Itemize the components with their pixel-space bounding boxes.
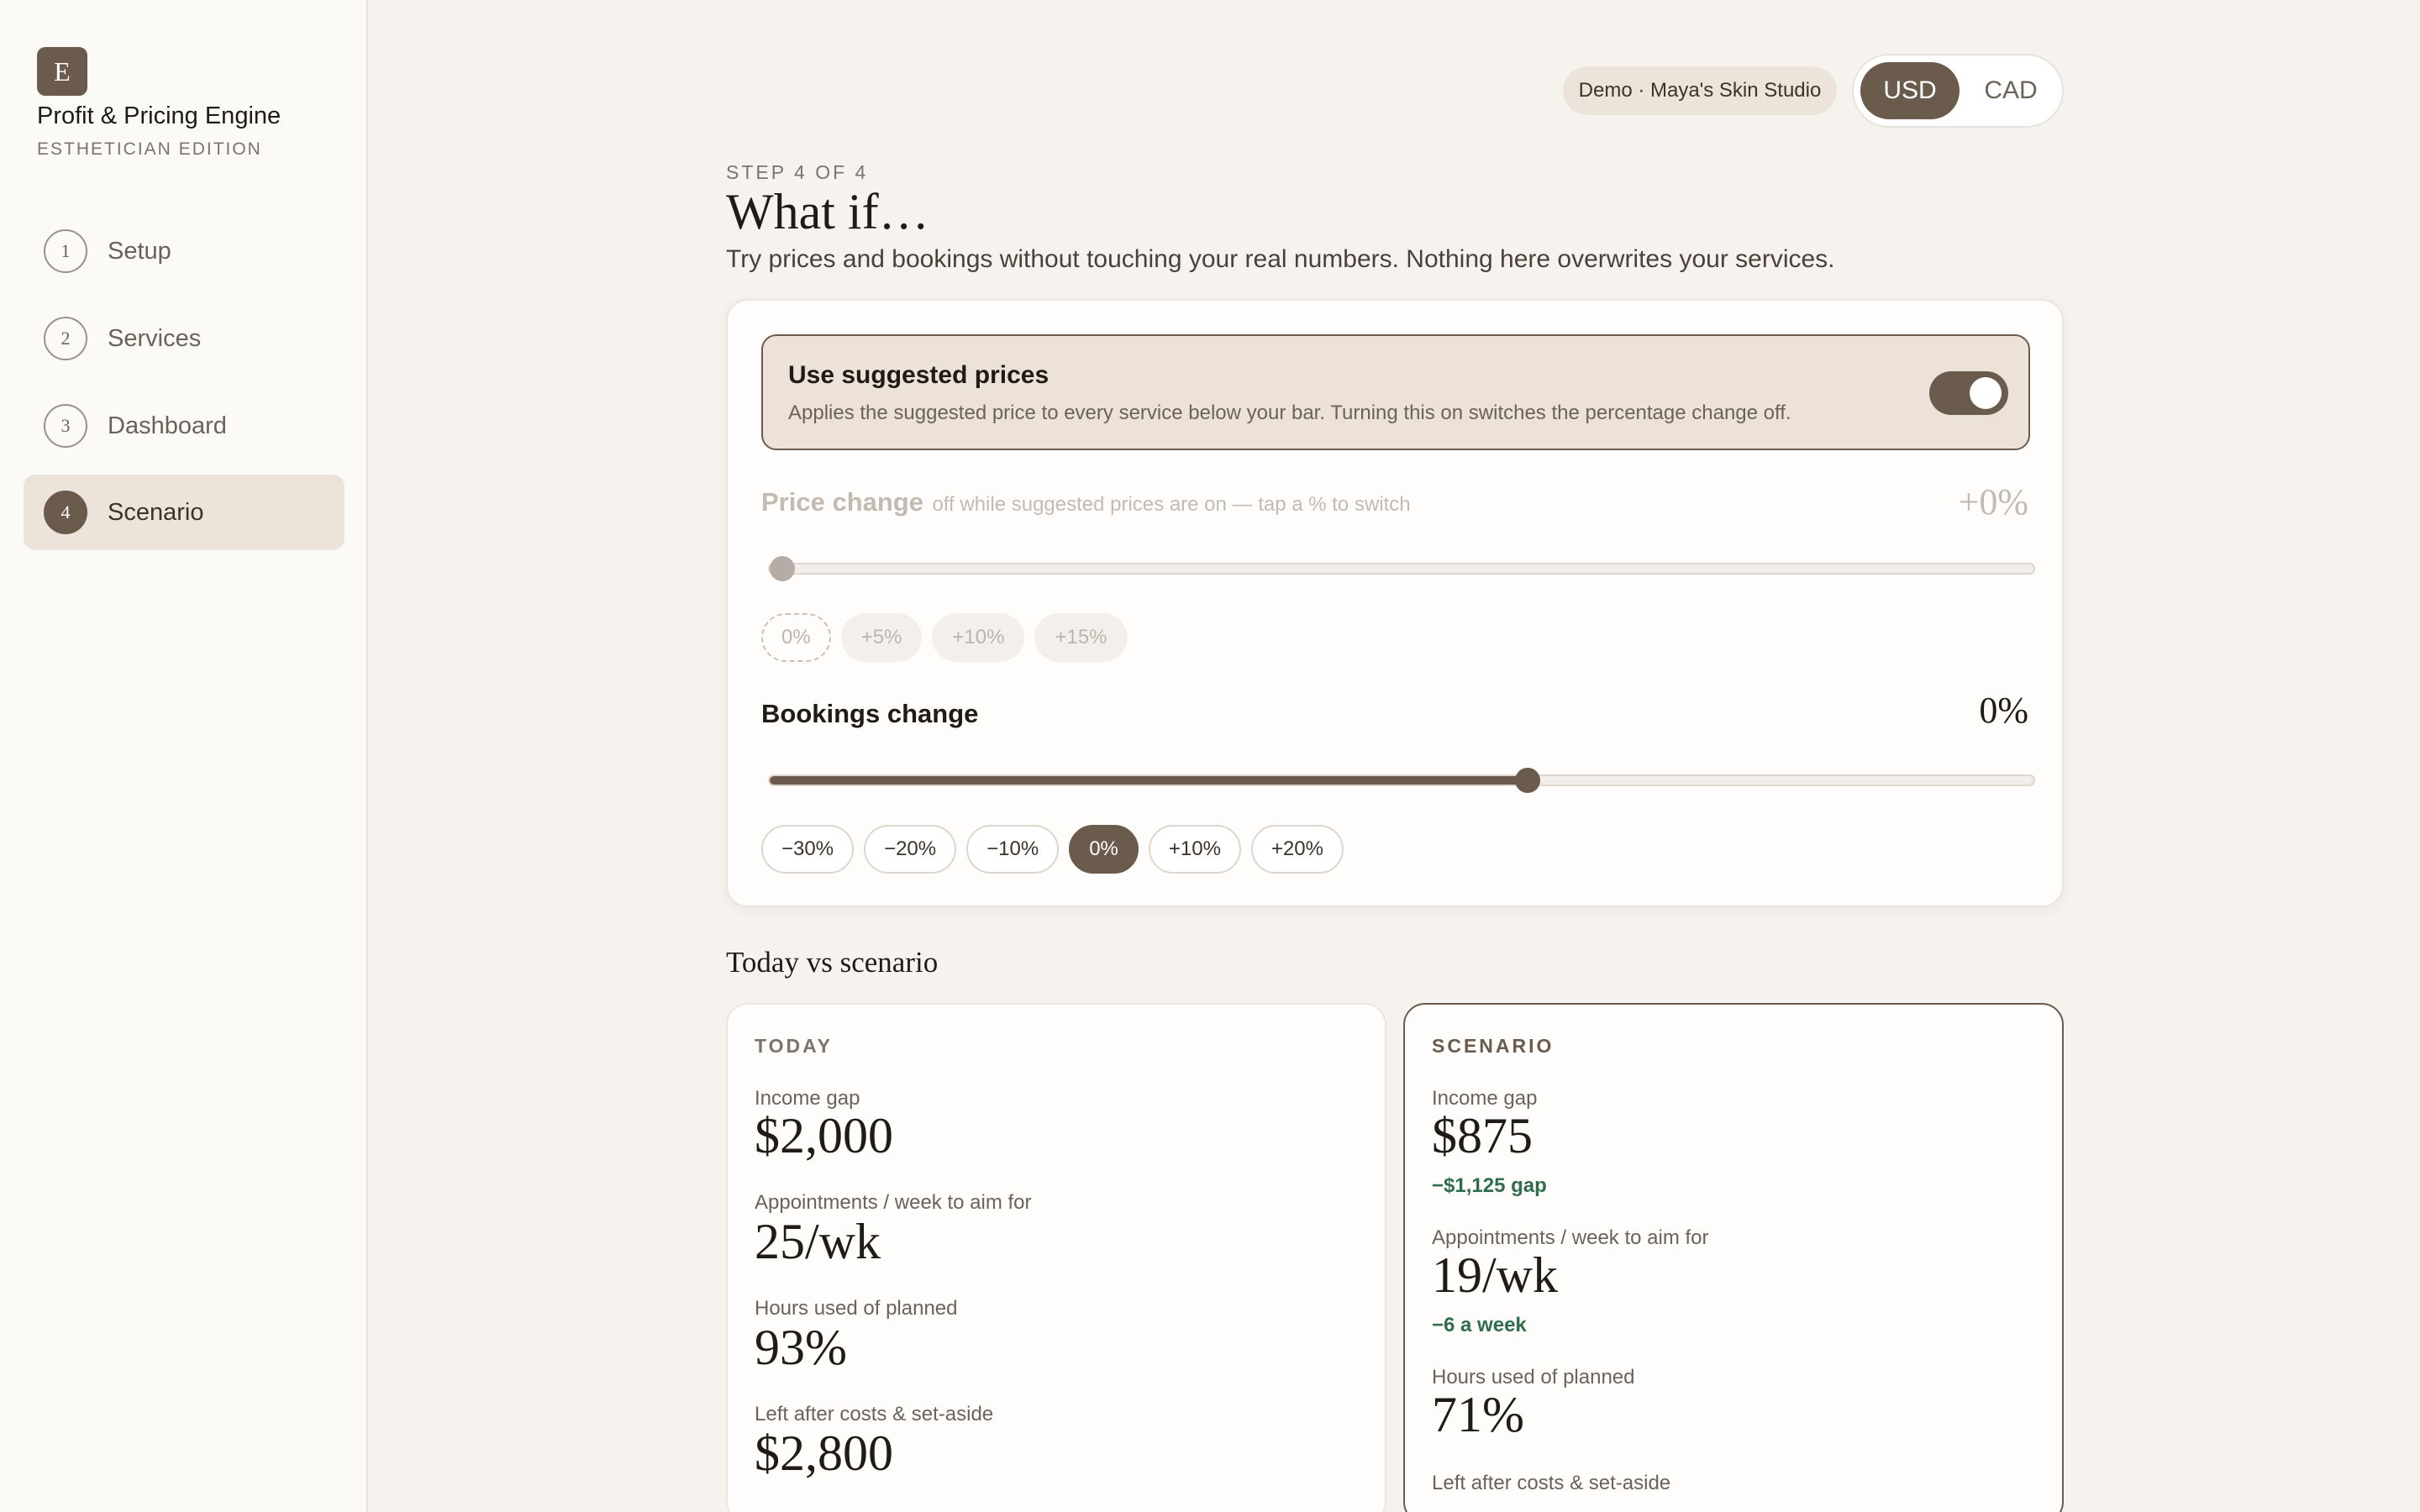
app-subtitle: ESTHETICIAN EDITION — [37, 139, 262, 159]
price-chip[interactable]: +10% — [932, 613, 1025, 662]
bookings-chip[interactable]: 0% — [1069, 825, 1139, 874]
step-indicator: STEP 4 OF 4 — [726, 161, 869, 183]
left-after-costs-label: Left after costs & set-aside — [755, 1403, 994, 1425]
left-after-costs-label: Left after costs & set-aside — [1432, 1472, 1671, 1494]
bookings-chip[interactable]: −20% — [864, 825, 957, 874]
price-chip[interactable]: 0% — [761, 613, 831, 662]
income-gap-value: $875 — [1432, 1108, 1533, 1163]
nav-label: Setup — [108, 237, 171, 265]
suggested-prices-description: Applies the suggested price to every ser… — [788, 402, 1791, 424]
nav-label: Services — [108, 324, 202, 352]
step-number-icon: 4 — [44, 491, 87, 534]
today-card: TODAY Income gap $2,000 Appointments / w… — [726, 1003, 1386, 1512]
bookings-chip[interactable]: −30% — [761, 825, 855, 874]
bookings-chip[interactable]: −10% — [966, 825, 1060, 874]
suggested-prices-title: Use suggested prices — [788, 361, 1050, 389]
app-logo: E — [37, 47, 87, 96]
currency-toggle: USD CAD — [1852, 54, 2064, 128]
price-change-label: Price change — [761, 487, 923, 517]
bookings-change-value: 0% — [1979, 690, 2028, 731]
suggested-prices-panel: Use suggested prices Applies the suggest… — [761, 334, 2030, 450]
hours-used-value: 71% — [1432, 1387, 1524, 1442]
bookings-change-label: Bookings change — [761, 699, 979, 728]
bookings-change-slider[interactable] — [768, 768, 2035, 793]
page-title: What if… — [726, 184, 929, 239]
nav-label: Dashboard — [108, 412, 227, 439]
step-number-icon: 3 — [44, 404, 87, 448]
bookings-chip[interactable]: +20% — [1250, 825, 1344, 874]
price-chip[interactable]: +15% — [1034, 613, 1128, 662]
bookings-chip[interactable]: +10% — [1148, 825, 1241, 874]
price-change-label-row: Price change off while suggested prices … — [761, 487, 1411, 517]
nav-item-scenario[interactable]: 4 Scenario — [24, 475, 345, 550]
hours-used-value: 93% — [755, 1320, 847, 1375]
nav-label: Scenario — [108, 498, 204, 526]
appointments-label: Appointments / week to aim for — [755, 1191, 1032, 1214]
bookings-change-slider-thumb[interactable] — [1515, 768, 1541, 793]
price-change-hint: off while suggested prices are on — tap … — [932, 493, 1411, 516]
appointments-value: 25/wk — [755, 1214, 881, 1269]
income-gap-delta: −$1,125 gap — [1432, 1174, 1547, 1197]
toggle-knob — [1970, 377, 2002, 409]
page-description: Try prices and bookings without touching… — [726, 245, 1835, 273]
price-change-slider-thumb[interactable] — [770, 556, 795, 581]
appointments-value: 19/wk — [1432, 1247, 1558, 1303]
price-chip[interactable]: +5% — [840, 613, 923, 662]
price-change-chips: 0% +5% +10% +15% — [761, 613, 1128, 662]
suggested-prices-toggle[interactable] — [1929, 371, 2008, 415]
today-heading: TODAY — [755, 1035, 833, 1057]
price-change-value: +0% — [1958, 481, 2028, 522]
nav-item-services[interactable]: 2 Services — [24, 301, 345, 376]
currency-cad-button[interactable]: CAD — [1963, 62, 2059, 119]
left-after-costs-value: $2,800 — [755, 1425, 893, 1481]
step-number-icon: 1 — [44, 229, 87, 273]
sidebar: E Profit & Pricing Engine ESTHETICIAN ED… — [0, 0, 368, 1512]
price-change-slider[interactable] — [768, 556, 2035, 581]
scenario-controls-card: Use suggested prices Applies the suggest… — [726, 299, 2064, 907]
comparison-title: Today vs scenario — [726, 946, 939, 979]
scenario-card: SCENARIO Income gap $875 −$1,125 gap App… — [1403, 1003, 2064, 1512]
appointments-delta: −6 a week — [1432, 1314, 1527, 1336]
hours-used-label: Hours used of planned — [755, 1297, 958, 1320]
bookings-slider-fill — [770, 776, 1528, 785]
bookings-change-chips: −30% −20% −10% 0% +10% +20% — [761, 825, 1344, 874]
step-number-icon: 2 — [44, 317, 87, 360]
nav-item-setup[interactable]: 1 Setup — [24, 213, 345, 289]
currency-usd-button[interactable]: USD — [1860, 62, 1960, 119]
income-gap-value: $2,000 — [755, 1108, 893, 1163]
nav-item-dashboard[interactable]: 3 Dashboard — [24, 388, 345, 464]
scenario-heading: SCENARIO — [1432, 1035, 1555, 1057]
demo-badge[interactable]: Demo · Maya's Skin Studio — [1563, 66, 1837, 115]
app-title: Profit & Pricing Engine — [37, 102, 281, 129]
